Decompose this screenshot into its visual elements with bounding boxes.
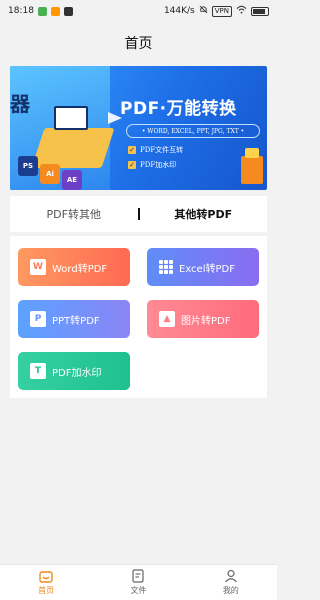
- ppt-to-pdf-button[interactable]: P PPT转PDF: [18, 300, 130, 338]
- conversion-tabs: PDF转其他 其他转PDF: [10, 196, 267, 232]
- bottom-nav: 首页 文件 我的: [0, 564, 277, 600]
- status-time: 18:18: [8, 6, 34, 16]
- banner-feature-label: PDF加水印: [140, 161, 177, 169]
- status-left: 18:18: [8, 6, 73, 16]
- banner-left-char: 器: [10, 92, 30, 116]
- ai-tile-icon: Ai: [40, 164, 60, 184]
- banner-feature-label: PDF文件互转: [140, 146, 184, 154]
- banner-feature: ✓ PDF加水印: [128, 160, 176, 170]
- excel-to-pdf-label: Excel转PDF: [179, 263, 235, 275]
- nav-files[interactable]: 文件: [108, 569, 168, 596]
- wifi-icon: [236, 5, 247, 17]
- excel-grid-icon: [159, 260, 173, 274]
- desk-illustration: [31, 128, 115, 168]
- status-bar: 18:18 144K/s VPN: [0, 0, 277, 22]
- orange-app-icon: [50, 6, 60, 16]
- green-app-icon: [37, 6, 47, 16]
- mute-icon: [199, 5, 208, 17]
- nav-home-label: 首页: [38, 586, 55, 595]
- profile-icon: [223, 569, 239, 583]
- promo-banner[interactable]: 器 PS Ai AE PDF·万能转换 • WORD, EXCEL, PPT, …: [10, 66, 267, 190]
- converter-panel: W Word转PDF Excel转PDF P PPT转PDF ▲ 图片转PDF …: [10, 236, 267, 398]
- word-to-pdf-button[interactable]: W Word转PDF: [18, 248, 130, 286]
- watermark-icon: T: [30, 363, 46, 379]
- dark-app-icon: [63, 6, 73, 16]
- banner-formats: • WORD, EXCEL, PPT, JPG, TXT •: [126, 124, 260, 138]
- banner-title: PDF·万能转换: [120, 99, 237, 119]
- page-title: 首页: [124, 36, 153, 52]
- books-illustration: [241, 148, 263, 184]
- image-to-pdf-button[interactable]: ▲ 图片转PDF: [147, 300, 259, 338]
- excel-to-pdf-button[interactable]: Excel转PDF: [147, 248, 259, 286]
- word-doc-icon: W: [30, 259, 46, 275]
- network-speed: 144K/s: [163, 6, 195, 16]
- checkbox-icon: ✓: [128, 161, 136, 169]
- ppt-to-pdf-label: PPT转PDF: [52, 315, 100, 327]
- word-to-pdf-label: Word转PDF: [52, 263, 108, 275]
- banner-feature: ✓ PDF文件互转: [128, 145, 183, 155]
- nav-profile[interactable]: 我的: [201, 569, 261, 596]
- image-icon: ▲: [159, 311, 175, 327]
- nav-files-label: 文件: [130, 586, 147, 595]
- pdf-watermark-button[interactable]: T PDF加水印: [18, 352, 130, 390]
- page-header: 首页: [0, 22, 277, 64]
- image-to-pdf-label: 图片转PDF: [181, 315, 231, 327]
- home-icon: [38, 569, 54, 583]
- monitor-illustration: [54, 106, 88, 130]
- ppt-icon: P: [30, 311, 46, 327]
- checkbox-icon: ✓: [128, 146, 136, 154]
- status-right: 144K/s VPN: [164, 5, 269, 17]
- banner-illustration: 器 PS Ai AE: [10, 66, 115, 190]
- file-icon: [130, 569, 146, 583]
- nav-profile-label: 我的: [222, 586, 239, 595]
- tab-other-to-pdf[interactable]: 其他转PDF: [140, 206, 268, 222]
- battery-icon: [251, 6, 269, 16]
- nav-home[interactable]: 首页: [16, 569, 76, 596]
- vpn-badge: VPN: [211, 5, 232, 17]
- tab-pdf-to-other[interactable]: PDF转其他: [10, 206, 138, 222]
- ps-tile-icon: PS: [18, 156, 38, 176]
- pdf-watermark-label: PDF加水印: [52, 367, 102, 379]
- ae-tile-icon: AE: [62, 170, 82, 190]
